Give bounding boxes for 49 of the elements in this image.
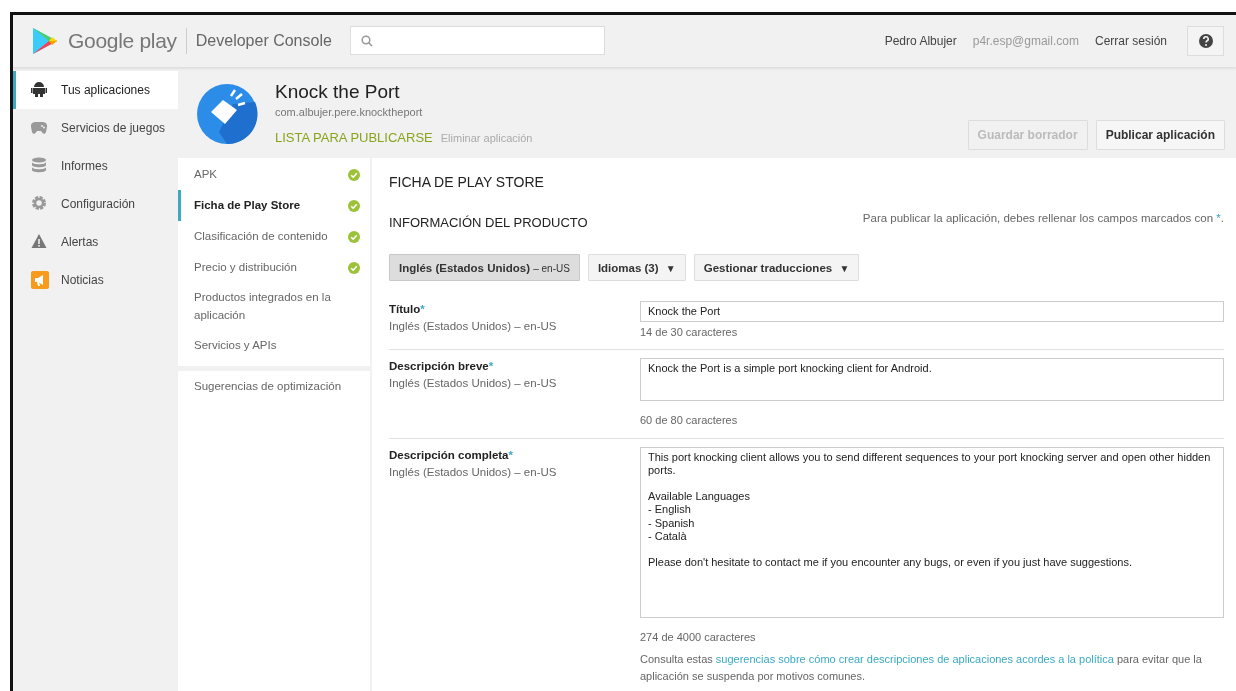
sidebar-item[interactable]: Informes bbox=[13, 146, 178, 185]
nav-item[interactable]: Clasificación de contenido bbox=[178, 221, 370, 253]
character-count: 14 de 30 caracteres bbox=[640, 324, 739, 340]
sidebar-item[interactable]: Noticias bbox=[13, 260, 178, 299]
nav-item[interactable]: Productos integrados en la aplicación bbox=[178, 283, 370, 331]
search-field[interactable] bbox=[349, 26, 605, 56]
required-hint: Para publicar la aplicación, debes rellenar los campos marcados con *. bbox=[862, 211, 1224, 227]
search-icon bbox=[360, 34, 373, 47]
product-name: Developer Console bbox=[195, 30, 332, 51]
app-title: Knock the Port bbox=[275, 81, 401, 104]
brand-name: Google play bbox=[68, 28, 177, 55]
field-language: Inglés (Estados Unidos) – en-US bbox=[389, 318, 558, 334]
user-name: Pedro Albujer bbox=[884, 32, 957, 50]
status-label: LISTA PARA PUBLICARSE bbox=[275, 129, 433, 148]
user-email: p4r.esp@gmail.com bbox=[972, 32, 1079, 50]
field-language: Inglés (Estados Unidos) – en-US bbox=[389, 376, 558, 392]
full-description-field[interactable]: This port knocking client allows you to send different sequences to your port knocking server and open other hidden ports. Available Languages - English - Spanish - Català Please don't hesitate to contact me if you encounter any bugs, or even if you just have suggestions. bbox=[640, 446, 1224, 618]
megaphone-icon bbox=[31, 270, 49, 289]
character-count: 274 de 4000 caracteres bbox=[640, 629, 757, 645]
android-icon bbox=[31, 80, 49, 99]
sidebar-item[interactable]: Configuración bbox=[13, 184, 178, 223]
page-heading: FICHA DE PLAY STORE bbox=[389, 173, 545, 193]
language-button[interactable]: Inglés (Estados Unidos) – en-US bbox=[389, 253, 580, 281]
section-heading: INFORMACIÓN DEL PRODUCTO bbox=[389, 214, 588, 233]
short-description-field[interactable]: Knock the Port is a simple port knocking client for Android. bbox=[640, 358, 1224, 402]
sidebar-item[interactable]: Tus aplicaciones bbox=[13, 70, 178, 109]
policy-note: Consulta estas sugerencias sobre cómo crear descripciones de aplicaciones acordes a la política para evitar que la aplicación se suspenda por motivos comunes. bbox=[640, 652, 1203, 684]
field-label: Descripción breve* bbox=[389, 359, 495, 375]
logout-link[interactable]: Cerrar sesión bbox=[1094, 31, 1167, 50]
gear-icon bbox=[31, 194, 49, 213]
nav-item[interactable]: Precio y distribución bbox=[178, 252, 370, 284]
publish-button[interactable]: Publicar aplicación bbox=[1095, 120, 1225, 151]
database-icon bbox=[31, 156, 49, 175]
title-field[interactable]: Knock the Port bbox=[640, 300, 1224, 322]
warning-icon bbox=[31, 232, 49, 251]
sidebar-item[interactable]: Servicios de juegos bbox=[13, 108, 178, 147]
dropdown-button[interactable]: Idiomas (3) ▼ bbox=[587, 253, 686, 281]
field-language: Inglés (Estados Unidos) – en-US bbox=[389, 464, 558, 480]
dropdown-button[interactable]: Gestionar traducciones ▼ bbox=[693, 253, 860, 281]
nav-item[interactable]: APK bbox=[178, 159, 370, 191]
field-label: Descripción completa* bbox=[389, 447, 514, 463]
help-icon bbox=[1197, 32, 1214, 49]
sidebar-item[interactable]: Alertas bbox=[13, 222, 178, 261]
character-count: 60 de 80 caracteres bbox=[640, 413, 739, 429]
field-label: Título* bbox=[389, 301, 426, 317]
nav-item[interactable]: Sugerencias de optimización bbox=[178, 371, 370, 403]
nav-item[interactable]: Servicios y APIs bbox=[178, 330, 370, 362]
package-name: com.albujer.pere.knocktheport bbox=[275, 104, 424, 120]
help-button[interactable] bbox=[1187, 25, 1224, 56]
